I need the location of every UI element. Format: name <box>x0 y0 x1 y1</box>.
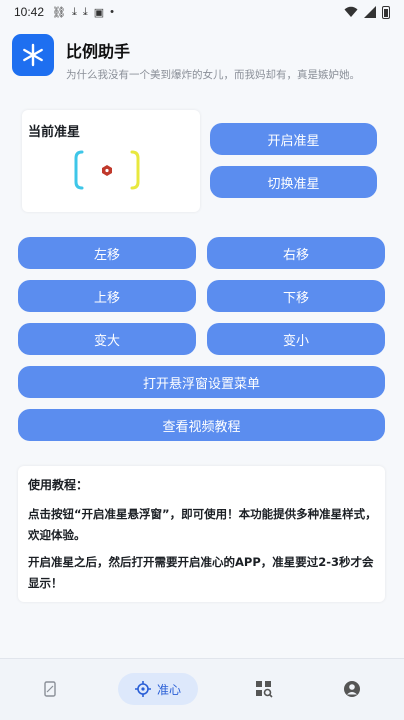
status-time: 10:42 <box>14 5 45 19</box>
current-crosshair-card: 当前准星 <box>22 110 200 212</box>
grid-search-icon <box>256 681 273 698</box>
move-down-button[interactable]: 下移 <box>207 280 385 312</box>
nav-item-ratio[interactable] <box>34 673 66 705</box>
bottom-nav: 准心 <box>0 658 404 720</box>
app-title: 比例助手 <box>66 42 131 61</box>
nav-item-tools[interactable] <box>248 673 280 705</box>
nav-item-profile[interactable] <box>336 673 368 705</box>
nav-item-crosshair[interactable]: 准心 <box>118 673 198 705</box>
app-subtitle: 为什么我没有一个美到爆炸的女儿，而我妈却有，真是嫉妒她。 <box>66 69 360 81</box>
enable-crosshair-button[interactable]: 开启准星 <box>210 123 377 155</box>
tutorial-title: 使用教程： <box>28 478 89 492</box>
move-left-button[interactable]: 左移 <box>18 237 196 269</box>
dot-icon: • <box>110 6 115 18</box>
crosshair-target-icon <box>134 681 151 697</box>
app-header: 比例助手 为什么我没有一个美到爆炸的女儿，而我妈却有，真是嫉妒她。 <box>12 34 392 81</box>
tutorial-paragraph-2: 开启准星之后，然后打开需要开启准心的APP，准星要过2-3秒才会显示！ <box>28 555 374 590</box>
enlarge-button[interactable]: 变大 <box>18 323 196 355</box>
switch-crosshair-button[interactable]: 切换准星 <box>210 166 377 198</box>
shrink-button[interactable]: 变小 <box>207 323 385 355</box>
open-float-menu-button[interactable]: 打开悬浮窗设置菜单 <box>18 366 385 398</box>
phone-ratio-icon <box>44 681 56 697</box>
tutorial-card: 使用教程： 点击按钮“开启准星悬浮窗”，即可使用！本功能提供多种准星样式，欢迎体… <box>18 466 385 602</box>
status-bar: 10:42 ⛓ ⤓ ⤓ ▣ • <box>0 0 404 24</box>
move-right-button[interactable]: 右移 <box>207 237 385 269</box>
profile-icon <box>344 681 360 697</box>
signal-icon <box>364 6 376 18</box>
crosshair-icon <box>74 150 140 190</box>
current-crosshair-label: 当前准星 <box>28 125 81 140</box>
video-tutorial-button[interactable]: 查看视频教程 <box>18 409 385 441</box>
download-icon: ⤓ <box>72 5 77 18</box>
download-icon: ⤓ <box>82 5 88 18</box>
asterisk-icon <box>12 34 54 76</box>
nav-label-crosshair: 准心 <box>156 682 181 697</box>
box-icon: ▣ <box>93 6 105 19</box>
move-up-button[interactable]: 上移 <box>18 280 196 312</box>
wifi-icon <box>344 6 358 17</box>
tutorial-paragraph-1: 点击按钮“开启准星悬浮窗”，即可使用！本功能提供多种准星样式，欢迎体验。 <box>28 507 377 542</box>
battery-icon <box>382 5 390 19</box>
link-icon: ⛓ <box>52 6 66 19</box>
